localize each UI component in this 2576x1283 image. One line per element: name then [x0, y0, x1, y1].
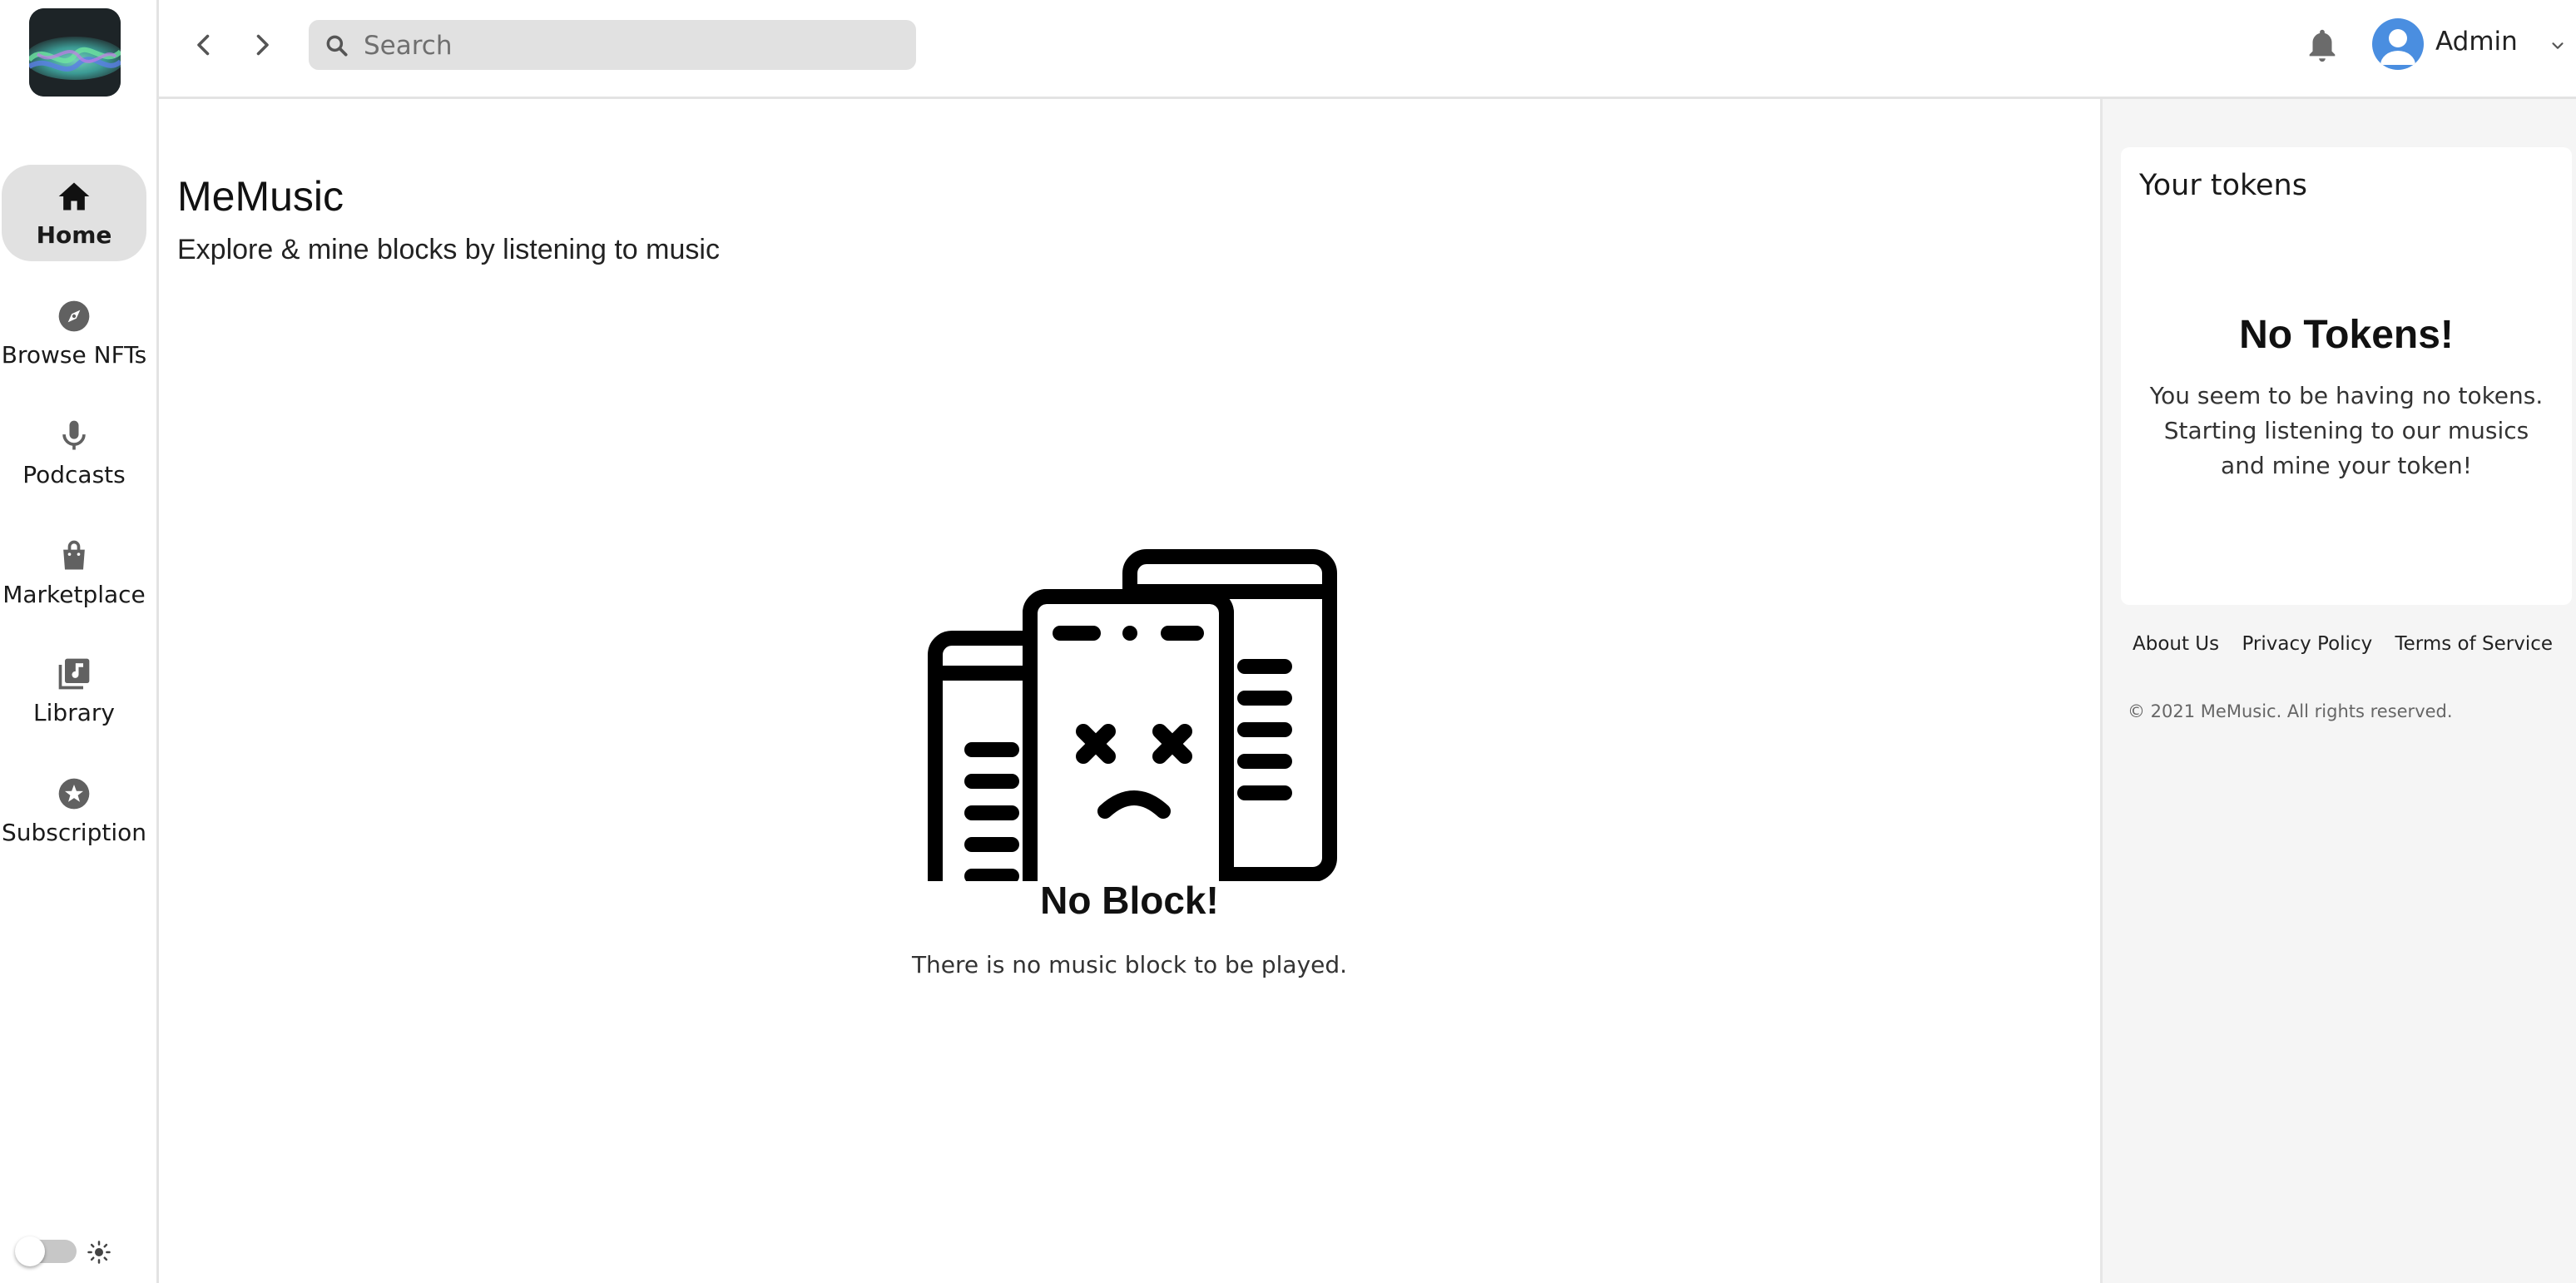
top-header: Admin — [159, 0, 2576, 99]
toggle-knob — [15, 1236, 45, 1266]
tokens-card-title: Your tokens — [2139, 169, 2307, 202]
app-logo-graphic — [29, 8, 121, 97]
search-input[interactable] — [362, 20, 898, 72]
forward-arrow-icon[interactable] — [247, 30, 277, 60]
page-title: MeMusic — [177, 173, 344, 220]
tokens-empty-title: No Tokens! — [2239, 313, 2454, 357]
footer-link-privacy-policy[interactable]: Privacy Policy — [2242, 633, 2372, 655]
sidebar-item-marketplace[interactable]: Marketplace — [0, 524, 148, 621]
footer-link-terms-of-service[interactable]: Terms of Service — [2395, 633, 2554, 655]
empty-state-title: No Block! — [1040, 879, 1219, 922]
sidebar-item-label: Marketplace — [2, 580, 146, 608]
search-icon — [326, 35, 348, 57]
main-content: MeMusic Explore & mine blocks by listeni… — [159, 99, 2100, 1283]
sidebar-item-podcasts[interactable]: Podcasts — [0, 404, 148, 501]
no-block-illustration — [928, 549, 1337, 881]
back-arrow-icon[interactable] — [189, 30, 219, 60]
sun-icon — [87, 1241, 111, 1264]
sidebar-item-label: Podcasts — [22, 460, 126, 488]
search-bar[interactable] — [309, 20, 916, 72]
microphone-icon — [62, 420, 86, 449]
star-icon — [58, 778, 90, 809]
sidebar-item-library[interactable]: Library — [0, 642, 148, 739]
right-panel: Your tokens No Tokens! You seem to be ha… — [2100, 99, 2576, 1283]
sidebar-item-label: Subscription — [2, 818, 146, 846]
copyright: © 2021 MeMusic. All rights reserved. — [2128, 701, 2453, 721]
user-avatar[interactable] — [2372, 18, 2424, 70]
compass-icon — [58, 300, 90, 331]
empty-state-text: There is no music block to be played. — [911, 951, 1348, 978]
bell-icon[interactable] — [2303, 23, 2341, 67]
sidebar-item-browse-nfts[interactable]: Browse NFTs — [0, 285, 148, 381]
sidebar-item-home[interactable]: Home — [2, 165, 146, 261]
page-subtitle: Explore & mine blocks by listening to mu… — [177, 234, 720, 265]
sidebar: Home Browse NFTs Podcasts Marketplace Li… — [0, 0, 159, 1283]
tokens-card: Your tokens No Tokens! You seem to be ha… — [2121, 147, 2572, 605]
shopping-bag-icon — [63, 540, 85, 569]
sidebar-item-label: Home — [36, 220, 112, 249]
theme-toggle[interactable] — [15, 1236, 77, 1266]
music-library-icon — [58, 658, 90, 689]
tokens-empty-text: You seem to be having no tokens. Startin… — [2149, 382, 2544, 479]
footer-link-about-us[interactable]: About Us — [2133, 633, 2219, 655]
footer-links: About Us Privacy Policy Terms of Service — [2133, 633, 2569, 655]
sidebar-item-label: Library — [33, 698, 115, 726]
user-icon — [2380, 29, 2415, 65]
sidebar-item-label: Browse NFTs — [1, 340, 147, 369]
app-logo[interactable] — [29, 8, 121, 97]
home-icon — [58, 182, 90, 210]
sidebar-item-subscription[interactable]: Subscription — [0, 762, 148, 859]
user-name[interactable]: Admin — [2435, 27, 2518, 57]
chevron-down-icon[interactable] — [2547, 37, 2569, 55]
